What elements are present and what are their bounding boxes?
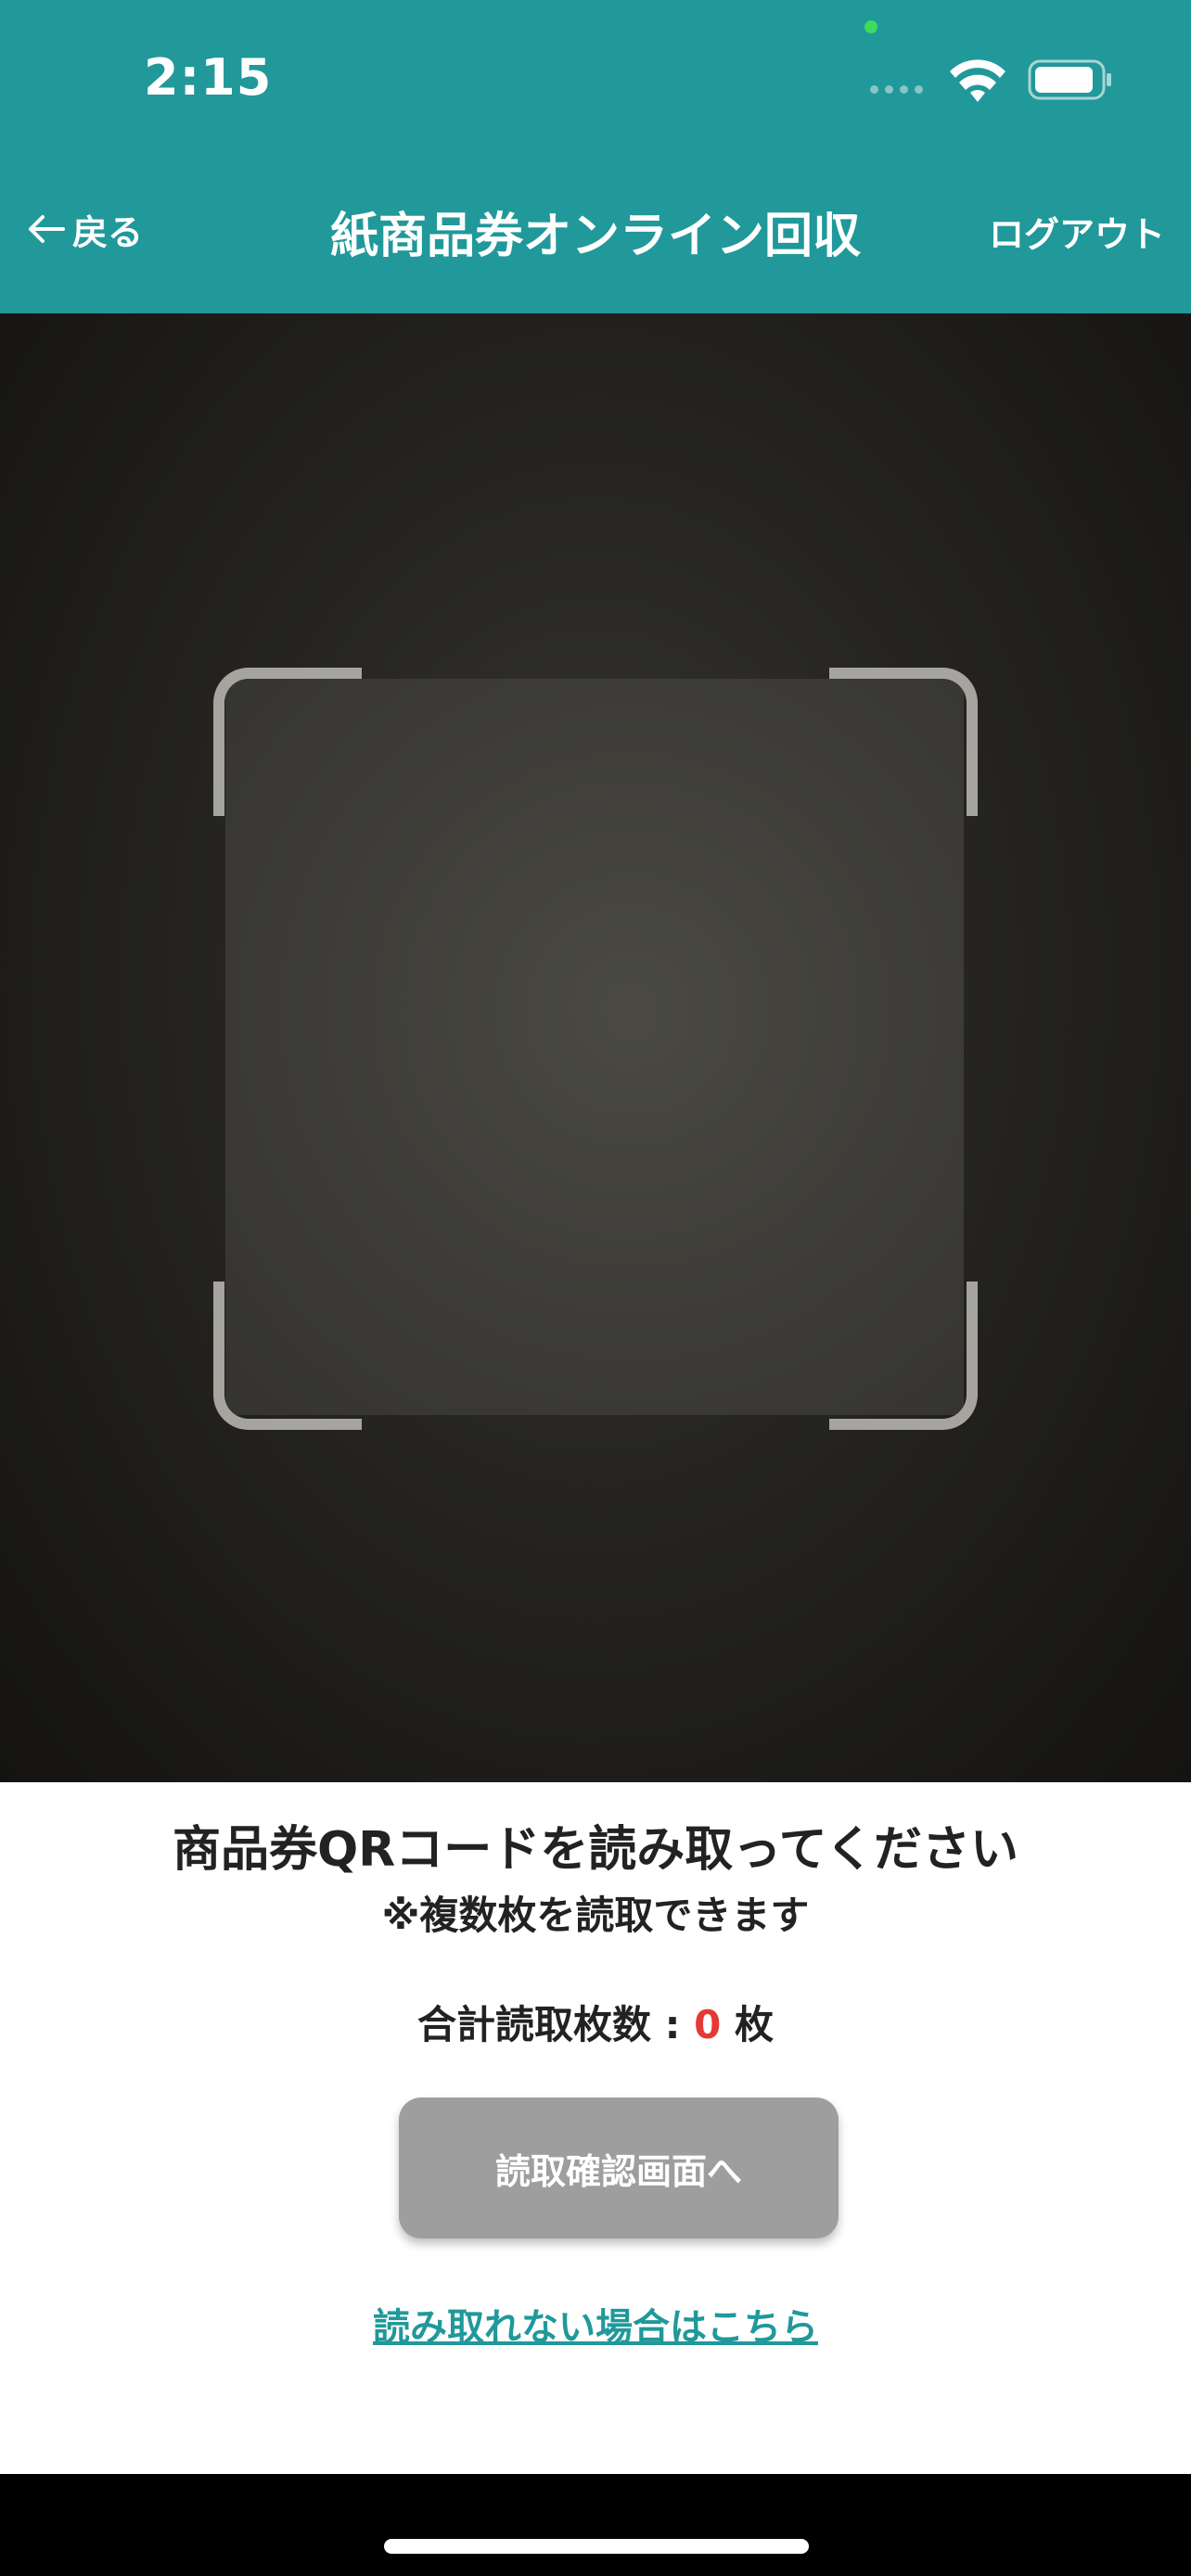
cannot-scan-help-link[interactable]: 読み取れない場合はこちら bbox=[0, 2297, 1191, 2351]
scan-frame-corner-bottom-right bbox=[829, 1282, 978, 1430]
count-value: 0 bbox=[694, 2002, 722, 2047]
header: 2:15 戻る 紙商品券オンライン回収 ログアウト bbox=[0, 0, 1191, 313]
logout-button[interactable]: ログアウト bbox=[989, 206, 1165, 257]
confirm-scan-button[interactable]: 読取確認画面へ bbox=[399, 2098, 839, 2238]
back-label: 戻る bbox=[72, 211, 144, 253]
back-button[interactable]: 戻る bbox=[26, 206, 144, 253]
app-root: 2:15 戻る 紙商品券オンライン回収 ログアウト 商品券QRコードを読み取って… bbox=[0, 0, 1191, 2576]
scan-frame-corner-top-right bbox=[829, 668, 978, 816]
camera-in-use-indicator bbox=[864, 20, 877, 33]
scan-frame-corner-bottom-left bbox=[213, 1282, 362, 1430]
multi-scan-note: ※複数枚を読取できます bbox=[381, 1893, 810, 1938]
arrow-left-icon bbox=[29, 215, 65, 243]
total-scan-count: 合計読取枚数 : 0 枚 bbox=[0, 1994, 1191, 2050]
scan-frame-corner-top-left bbox=[213, 668, 362, 816]
home-indicator[interactable] bbox=[384, 2539, 809, 2554]
count-label: 合計読取枚数 : bbox=[417, 2002, 695, 2047]
cellular-signal-icon bbox=[870, 85, 923, 94]
status-time: 2:15 bbox=[144, 48, 273, 107]
battery-icon bbox=[1028, 59, 1111, 100]
home-bar-area bbox=[0, 2474, 1191, 2576]
count-unit: 枚 bbox=[721, 2002, 774, 2047]
camera-preview bbox=[0, 313, 1191, 1782]
scan-info-panel: 商品券QRコードを読み取ってください ※複数枚を読取できます 合計読取枚数 : … bbox=[0, 1782, 1191, 2474]
wifi-icon bbox=[950, 59, 1005, 102]
scan-instruction: 商品券QRコードを読み取ってください bbox=[172, 1822, 1019, 1878]
